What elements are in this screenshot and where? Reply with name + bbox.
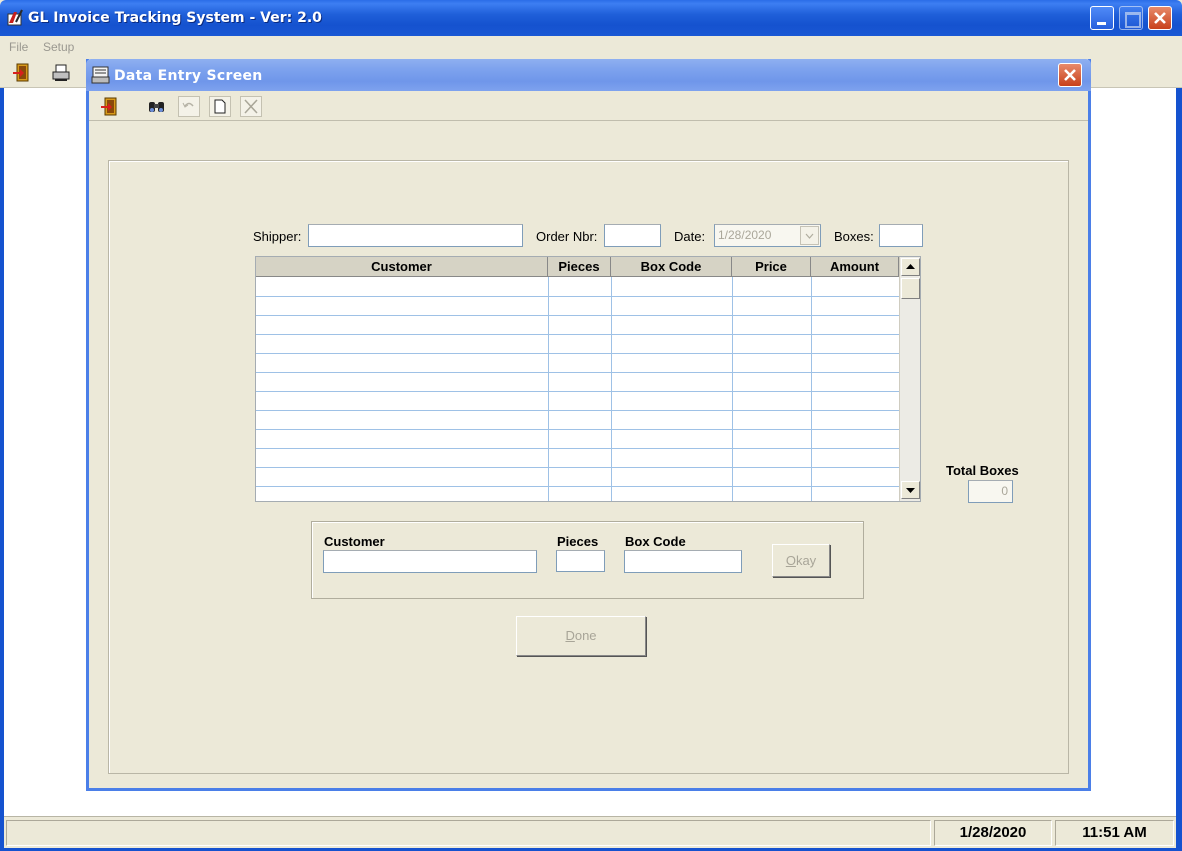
- delete-button[interactable]: [240, 96, 262, 117]
- grid-row: [256, 410, 899, 411]
- total-boxes-field: 0: [968, 480, 1013, 503]
- new-document-icon: [214, 99, 226, 114]
- grid-vertical-scrollbar[interactable]: [899, 257, 920, 501]
- total-boxes-label: Total Boxes: [946, 463, 1019, 478]
- total-boxes-value: 0: [1001, 484, 1008, 498]
- grid-row: [256, 353, 899, 354]
- col-customer[interactable]: Customer: [256, 257, 548, 277]
- print-button[interactable]: [50, 62, 72, 84]
- grid-row: [256, 372, 899, 373]
- printer-icon: [52, 64, 70, 81]
- date-dropdown-button[interactable]: [800, 226, 819, 245]
- scroll-up-button[interactable]: [901, 258, 920, 276]
- entry-pieces-label: Pieces: [557, 534, 599, 549]
- form-panel: Shipper: Order Nbr: Date: 1/28/2020 Boxe…: [108, 160, 1069, 774]
- col-pieces[interactable]: Pieces: [548, 257, 611, 277]
- done-accel: D: [565, 628, 575, 643]
- col-amount[interactable]: Amount: [811, 257, 899, 277]
- grid-row: [256, 391, 899, 392]
- scroll-thumb[interactable]: [901, 278, 920, 299]
- status-date: 1/28/2020: [934, 820, 1052, 846]
- menu-setup[interactable]: Setup: [43, 40, 74, 54]
- scroll-up-arrow-icon: [906, 264, 915, 269]
- grid-row: [256, 296, 899, 297]
- exit-form-button[interactable]: [99, 96, 121, 117]
- grid-header: Customer Pieces Box Code Price Amount: [256, 257, 899, 277]
- child-toolbar: [89, 91, 1088, 121]
- shipper-label: Shipper:: [253, 229, 302, 244]
- okay-button[interactable]: Okay: [772, 544, 830, 577]
- chevron-down-icon: [805, 233, 814, 239]
- col-price[interactable]: Price: [732, 257, 811, 277]
- grid-row: [256, 486, 899, 487]
- close-button[interactable]: [1148, 6, 1172, 30]
- entry-groupbox: Customer Pieces Box Code Okay: [311, 521, 864, 599]
- main-title-bar: GL Invoice Tracking System - Ver: 2.0: [0, 0, 1182, 36]
- done-label: one: [574, 628, 597, 643]
- child-title-bar: Data Entry Screen: [86, 59, 1091, 91]
- delete-x-icon: [244, 99, 258, 114]
- find-button[interactable]: [146, 96, 168, 117]
- status-message: [6, 820, 931, 846]
- binoculars-icon: [149, 102, 164, 112]
- exit-door-icon: [13, 63, 29, 82]
- boxes-label: Boxes:: [834, 229, 874, 244]
- entry-pieces-input[interactable]: [556, 550, 605, 572]
- child-title: Data Entry Screen: [114, 68, 263, 84]
- date-picker[interactable]: 1/28/2020: [714, 224, 821, 247]
- new-record-button[interactable]: [209, 96, 231, 117]
- grid-row: [256, 315, 899, 316]
- status-time: 11:51 AM: [1055, 820, 1174, 846]
- minimize-button[interactable]: [1090, 6, 1114, 30]
- window-frame-right: [1176, 36, 1182, 851]
- date-label: Date:: [674, 229, 706, 244]
- done-button[interactable]: Done: [516, 616, 646, 656]
- exit-button[interactable]: [11, 62, 33, 84]
- scroll-down-button[interactable]: [901, 481, 920, 499]
- entry-boxcode-input[interactable]: [624, 550, 742, 573]
- grid-col-line: [811, 277, 812, 501]
- grid-col-line: [732, 277, 733, 501]
- col-box-code[interactable]: Box Code: [611, 257, 732, 277]
- entry-boxcode-label: Box Code: [625, 534, 686, 549]
- grid-col-line: [611, 277, 612, 501]
- okay-label: kay: [795, 553, 817, 568]
- okay-accel: O: [785, 553, 796, 568]
- undo-icon: [182, 102, 194, 108]
- undo-button[interactable]: [178, 96, 200, 117]
- menu-bar: File Setup: [0, 36, 1182, 58]
- close-icon: [1154, 12, 1166, 24]
- entry-customer-label: Customer: [324, 534, 385, 549]
- app-title: GL Invoice Tracking System - Ver: 2.0: [28, 10, 322, 26]
- grid-row: [256, 467, 899, 468]
- grid-row: [256, 448, 899, 449]
- order-nbr-label: Order Nbr:: [536, 229, 598, 244]
- close-icon: [1064, 69, 1076, 81]
- scroll-down-arrow-icon: [906, 488, 915, 493]
- entry-customer-input[interactable]: [323, 550, 537, 573]
- grid-col-line: [548, 277, 549, 501]
- child-close-button[interactable]: [1058, 63, 1082, 87]
- grid-row: [256, 334, 899, 335]
- invoice-grid[interactable]: Customer Pieces Box Code Price Amount: [255, 256, 921, 502]
- form-icon: [91, 66, 110, 84]
- grid-row: [256, 429, 899, 430]
- order-nbr-input[interactable]: [604, 224, 661, 247]
- boxes-input[interactable]: [879, 224, 923, 247]
- date-value: 1/28/2020: [718, 228, 772, 242]
- shipper-input[interactable]: [308, 224, 523, 247]
- app-icon: [7, 9, 23, 26]
- exit-door-icon: [101, 97, 117, 116]
- maximize-button[interactable]: [1119, 6, 1143, 30]
- status-bar: 1/28/2020 11:51 AM: [4, 816, 1176, 848]
- data-entry-window: Data Entry Screen Shipper: Order Nbr: Da…: [86, 59, 1091, 791]
- menu-file[interactable]: File: [9, 40, 28, 54]
